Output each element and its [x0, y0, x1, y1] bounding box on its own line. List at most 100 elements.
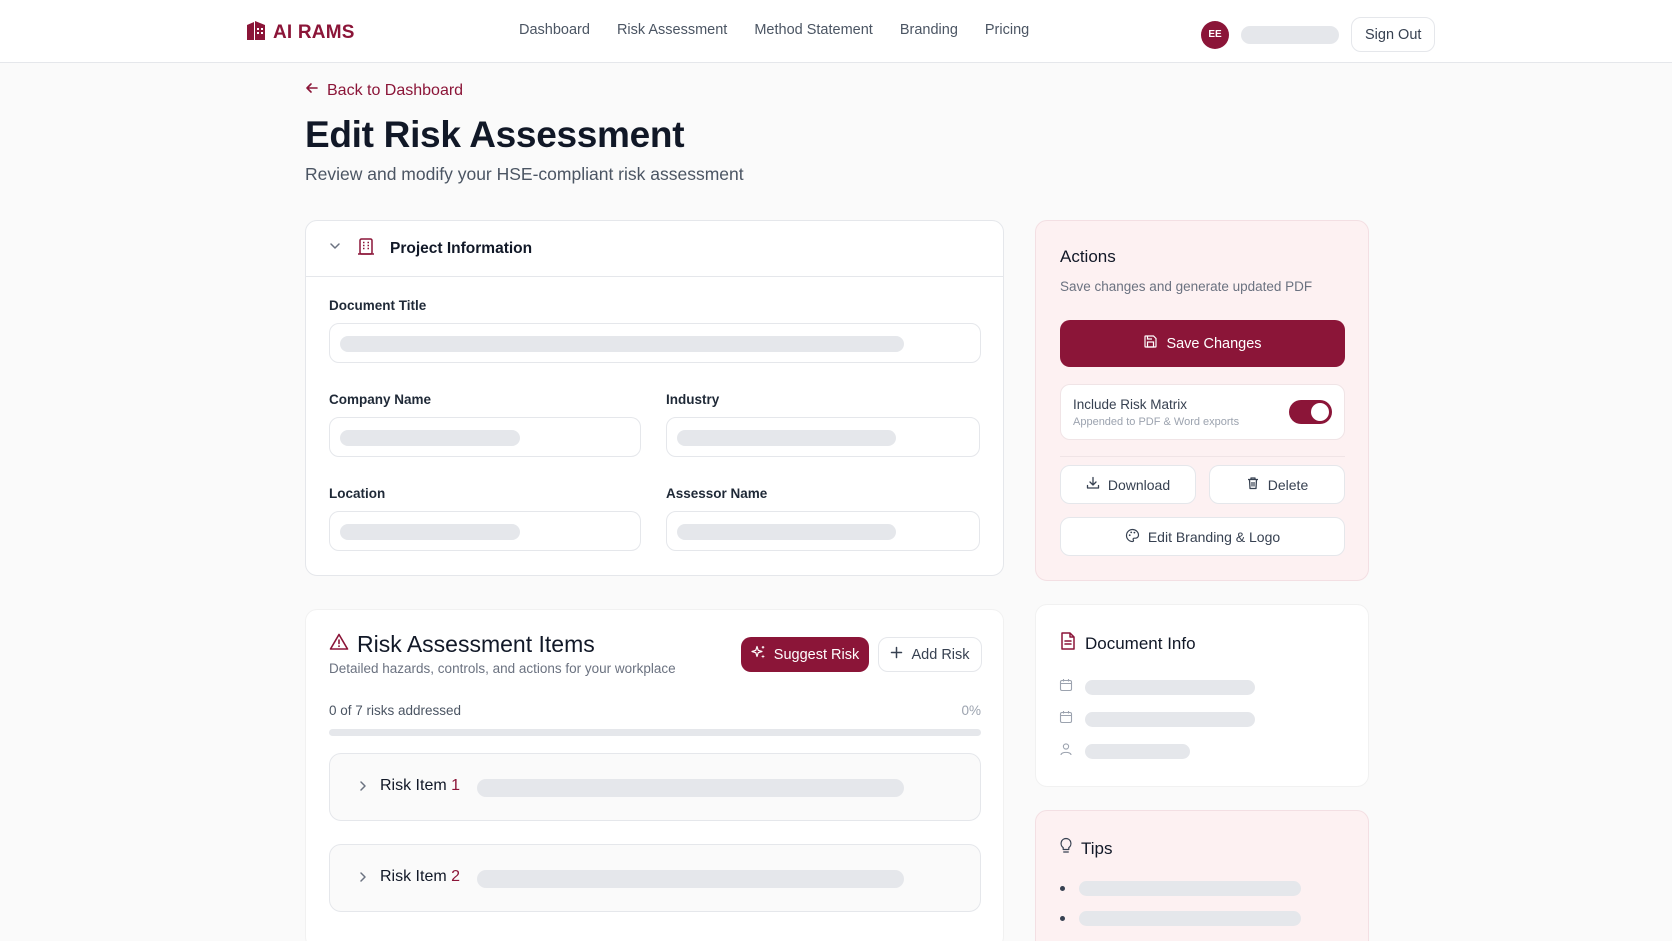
project-information-header[interactable]: Project Information: [306, 221, 1003, 277]
add-risk-button[interactable]: Add Risk: [878, 637, 982, 672]
building-logo-icon: [245, 19, 267, 46]
brand-logo[interactable]: AI RAMS: [245, 19, 355, 46]
company-name-placeholder: [340, 430, 520, 446]
toggle-knob: [1311, 403, 1329, 421]
nav-item-branding[interactable]: Branding: [900, 22, 958, 38]
document-title-field[interactable]: [329, 323, 981, 363]
download-label: Download: [1107, 476, 1171, 493]
save-changes-label: Save Changes: [1166, 335, 1262, 352]
company-name-field[interactable]: [329, 417, 641, 457]
nav-item-pricing[interactable]: Pricing: [985, 22, 1029, 38]
risk-item-2[interactable]: Risk Item 2: [329, 844, 981, 912]
user-name-placeholder: [1241, 25, 1339, 44]
risk-item-1[interactable]: Risk Item 1: [329, 753, 981, 821]
document-title-label: Document Title: [329, 298, 427, 313]
risk-item-text: Risk Item: [380, 868, 447, 885]
arrow-left-icon: [305, 81, 319, 100]
palette-icon: [1125, 528, 1140, 546]
download-button[interactable]: Download: [1060, 465, 1196, 504]
project-information-title: Project Information: [390, 239, 533, 257]
delete-button[interactable]: Delete: [1209, 465, 1345, 504]
user-icon: [1059, 742, 1073, 761]
risk-item-text: Risk Item: [380, 777, 447, 794]
progress-percent: 0%: [961, 703, 981, 718]
calendar-icon: [1059, 710, 1073, 729]
risk-matrix-toggle[interactable]: [1289, 400, 1332, 424]
calendar-icon: [1059, 678, 1073, 697]
plus-icon: [890, 646, 903, 663]
author-placeholder: [1085, 744, 1190, 759]
document-info-heading: Document Info: [1059, 631, 1196, 656]
avatar[interactable]: EE: [1201, 20, 1229, 49]
page-subtitle: Review and modify your HSE-compliant ris…: [305, 164, 744, 184]
save-icon: [1143, 334, 1158, 353]
progress-bar: [329, 729, 981, 736]
user-area: EE Sign Out: [1201, 17, 1436, 52]
document-info-card: Document Info: [1035, 604, 1369, 787]
assessor-name-label: Assessor Name: [666, 486, 768, 501]
assessor-name-field[interactable]: [666, 511, 980, 551]
page-title: Edit Risk Assessment: [305, 114, 685, 155]
document-icon: [1059, 631, 1077, 656]
bullet: [1060, 886, 1065, 891]
actions-subtitle: Save changes and generate updated PDF: [1060, 279, 1313, 294]
download-icon: [1086, 476, 1100, 493]
company-name-label: Company Name: [329, 392, 432, 407]
risk-item-number: 1: [451, 777, 461, 794]
tips-heading: Tips: [1059, 837, 1113, 860]
risk-items-heading: Risk Assessment Items: [329, 631, 595, 658]
main-nav: Dashboard Risk Assessment Method Stateme…: [519, 22, 1029, 38]
tips-title: Tips: [1081, 838, 1113, 858]
actions-divider: [1060, 456, 1345, 457]
assessor-name-placeholder: [677, 524, 896, 540]
building-icon: [356, 236, 376, 261]
tip-placeholder: [1079, 881, 1301, 896]
edit-branding-button[interactable]: Edit Branding & Logo: [1060, 517, 1345, 556]
author-row: [1059, 742, 1190, 761]
sign-out-button[interactable]: Sign Out: [1351, 17, 1436, 52]
chevron-right-icon: [357, 779, 369, 798]
warning-triangle-icon: [329, 631, 349, 658]
industry-label: Industry: [666, 392, 720, 407]
tip-item: [1060, 911, 1301, 926]
delete-label: Delete: [1267, 476, 1309, 493]
location-placeholder: [340, 524, 520, 540]
add-risk-label: Add Risk: [911, 646, 970, 663]
location-field[interactable]: [329, 511, 641, 551]
risk-items-title: Risk Assessment Items: [357, 631, 595, 657]
document-info-title: Document Info: [1085, 633, 1196, 653]
nav-item-risk-assessment[interactable]: Risk Assessment: [617, 22, 727, 38]
updated-date-placeholder: [1085, 712, 1255, 727]
industry-field[interactable]: [666, 417, 980, 457]
bullet: [1060, 916, 1065, 921]
back-label: Back to Dashboard: [327, 81, 464, 99]
risk-matrix-subtitle: Appended to PDF & Word exports: [1073, 416, 1240, 428]
suggest-risk-label: Suggest Risk: [773, 646, 860, 663]
actions-title: Actions: [1060, 247, 1116, 266]
trash-icon: [1246, 476, 1260, 493]
risk-item-number: 2: [451, 868, 461, 885]
suggest-risk-button[interactable]: Suggest Risk: [741, 637, 869, 672]
project-information-card: Project Information Document Title Compa…: [305, 220, 1004, 576]
location-label: Location: [329, 486, 386, 501]
tips-card: Tips: [1035, 810, 1369, 941]
risk-item-placeholder: [477, 779, 904, 797]
risk-assessment-items-card: Risk Assessment Items Detailed hazards, …: [305, 609, 1004, 941]
created-date-placeholder: [1085, 680, 1255, 695]
risk-item-label: Risk Item 1: [380, 777, 460, 795]
nav-item-dashboard[interactable]: Dashboard: [519, 22, 590, 38]
save-changes-button[interactable]: Save Changes: [1060, 320, 1345, 367]
edit-branding-label: Edit Branding & Logo: [1147, 528, 1281, 545]
nav-item-method-statement[interactable]: Method Statement: [754, 22, 873, 38]
tip-placeholder: [1079, 911, 1301, 926]
lightbulb-icon: [1059, 837, 1073, 860]
chevron-right-icon: [357, 870, 369, 889]
actions-card: Actions Save changes and generate update…: [1035, 220, 1369, 581]
back-to-dashboard-link[interactable]: Back to Dashboard: [305, 81, 463, 100]
updated-date-row: [1059, 710, 1255, 729]
top-navigation-bar: AI RAMS Dashboard Risk Assessment Method…: [0, 0, 1672, 63]
risk-items-subtitle: Detailed hazards, controls, and actions …: [329, 661, 676, 676]
risk-item-placeholder: [477, 870, 904, 888]
document-title-placeholder: [340, 336, 904, 352]
risk-item-label: Risk Item 2: [380, 868, 460, 886]
